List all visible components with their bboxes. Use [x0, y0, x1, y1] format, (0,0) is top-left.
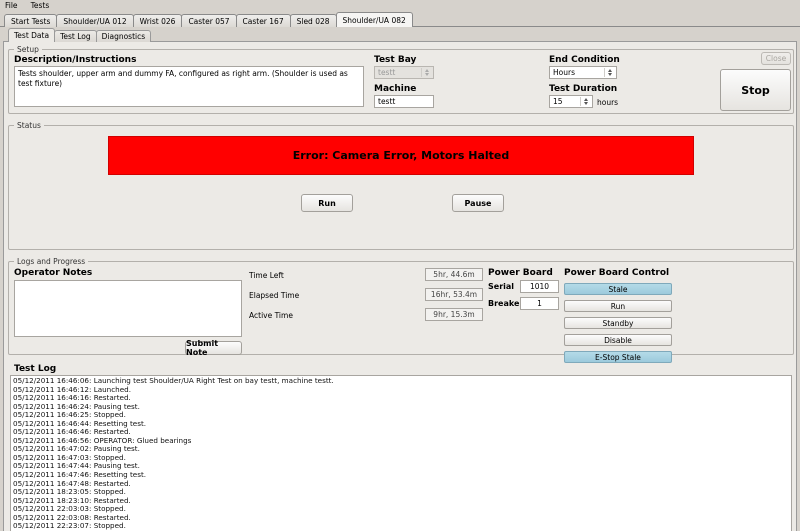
tab-shoulder-ua-012[interactable]: Shoulder/UA 012	[56, 14, 133, 27]
elapsed-time-label: Elapsed Time	[249, 291, 299, 300]
tab-test-log[interactable]: Test Log	[54, 30, 97, 42]
tab-sled-028[interactable]: Sled 028	[290, 14, 337, 27]
machine-header: Machine	[374, 84, 416, 94]
test-duration-stepper[interactable]: 15	[549, 95, 593, 108]
test-data-panel: Setup Description/Instructions Tests sho…	[3, 42, 797, 531]
setup-legend: Setup	[14, 45, 42, 54]
chevron-updown-icon	[421, 68, 432, 77]
tab-shoulder-ua-082[interactable]: Shoulder/UA 082	[336, 12, 413, 27]
time-left-label: Time Left	[249, 271, 284, 280]
error-banner: Error: Camera Error, Motors Halted	[108, 136, 694, 175]
tab-test-data[interactable]: Test Data	[8, 28, 55, 42]
tab-wrist-026[interactable]: Wrist 026	[133, 14, 183, 27]
description-textarea[interactable]: Tests shoulder, upper arm and dummy FA, …	[14, 66, 364, 107]
power-board-estop-stale-button[interactable]: E-Stop Stale	[564, 351, 672, 363]
test-bay-value: testt	[378, 68, 395, 77]
power-board-serial-value[interactable]: 1010	[520, 280, 559, 293]
test-bay-select[interactable]: testt	[374, 66, 434, 79]
power-board-stale-button[interactable]: Stale	[564, 283, 672, 295]
stop-button[interactable]: Stop	[720, 69, 791, 111]
application-window: File Tests Start Tests Shoulder/UA 012 W…	[0, 0, 800, 531]
close-button[interactable]: Close	[761, 52, 791, 65]
log-entry: 05/12/2011 16:47:02: Pausing test.	[13, 445, 791, 454]
logs-progress-legend: Logs and Progress	[14, 257, 88, 266]
operator-notes-textarea[interactable]	[14, 280, 242, 337]
description-header: Description/Instructions	[14, 55, 136, 65]
log-entry: 05/12/2011 16:46:24: Pausing test.	[13, 403, 791, 412]
log-entry: 05/12/2011 18:23:10: Restarted.	[13, 497, 791, 506]
power-board-run-button[interactable]: Run	[564, 300, 672, 312]
end-condition-value: Hours	[553, 68, 575, 77]
test-duration-units: hours	[597, 98, 618, 107]
time-left-value: 5hr, 44.6m	[425, 268, 483, 281]
power-board-header: Power Board	[488, 268, 553, 278]
active-time-value: 9hr, 15.3m	[425, 308, 483, 321]
tab-caster-167[interactable]: Caster 167	[236, 14, 291, 27]
test-tab-bar: Start Tests Shoulder/UA 012 Wrist 026 Ca…	[0, 11, 800, 27]
end-condition-header: End Condition	[549, 55, 620, 65]
power-board-control-header: Power Board Control	[564, 268, 669, 278]
active-time-label: Active Time	[249, 311, 293, 320]
power-board-serial-label: Serial	[488, 282, 514, 291]
power-board-disable-button[interactable]: Disable	[564, 334, 672, 346]
section-tab-bar: Test Data Test Log Diagnostics	[3, 27, 797, 42]
power-board-breaker-value[interactable]: 1	[520, 297, 559, 310]
test-duration-value: 15	[553, 97, 563, 106]
test-log-list[interactable]: 05/12/2011 16:46:06: Launching test Shou…	[10, 375, 792, 531]
menu-bar: File Tests	[0, 0, 800, 11]
test-bay-header: Test Bay	[374, 55, 416, 65]
log-entry: 05/12/2011 22:03:08: Restarted.	[13, 514, 791, 523]
log-entry: 05/12/2011 16:47:48: Restarted.	[13, 480, 791, 489]
tab-diagnostics[interactable]: Diagnostics	[96, 30, 152, 42]
chevron-updown-icon	[604, 68, 615, 77]
menu-item-tests[interactable]: Tests	[29, 0, 52, 11]
tab-caster-057[interactable]: Caster 057	[181, 14, 236, 27]
operator-notes-header: Operator Notes	[14, 268, 92, 278]
end-condition-select[interactable]: Hours	[549, 66, 617, 79]
run-button[interactable]: Run	[301, 194, 353, 212]
tab-start-tests[interactable]: Start Tests	[4, 14, 57, 27]
chevron-updown-icon	[580, 97, 591, 106]
status-legend: Status	[14, 121, 44, 130]
pause-button[interactable]: Pause	[452, 194, 504, 212]
submit-note-button[interactable]: Submit Note	[185, 341, 242, 355]
elapsed-time-value: 16hr, 53.4m	[425, 288, 483, 301]
power-board-standby-button[interactable]: Standby	[564, 317, 672, 329]
test-duration-header: Test Duration	[549, 84, 617, 94]
machine-input[interactable]: testt	[374, 95, 434, 108]
menu-item-file[interactable]: File	[3, 0, 20, 11]
power-board-breaker-label: Breaker	[488, 299, 523, 308]
test-log-header: Test Log	[14, 364, 56, 374]
